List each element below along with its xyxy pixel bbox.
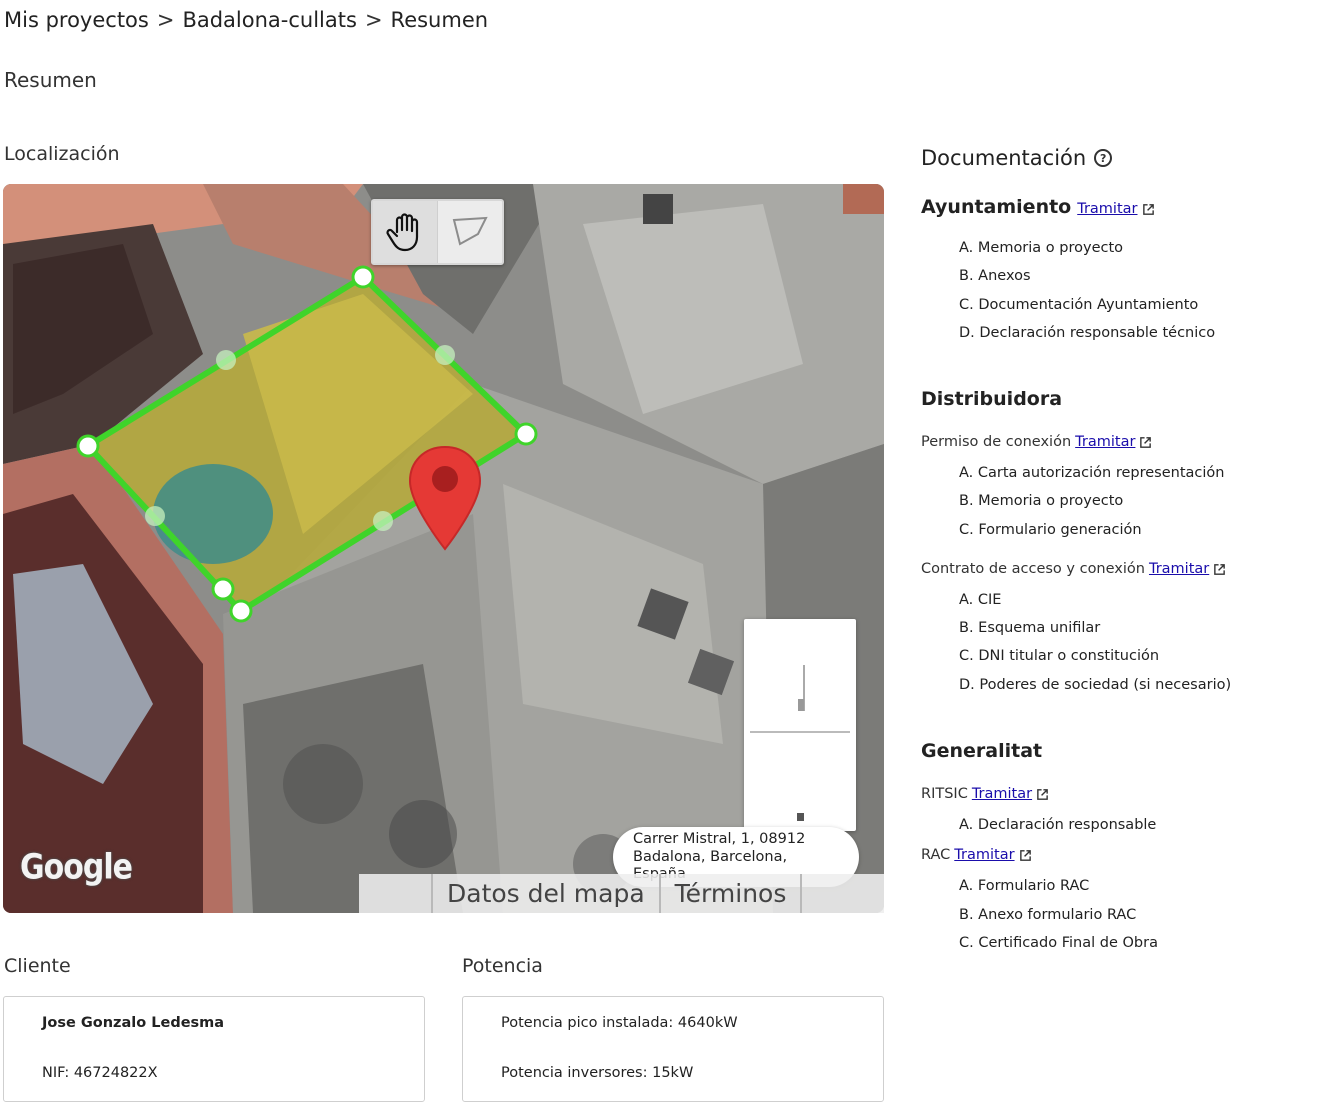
client-card: Jose Gonzalo Ledesma NIF: 46724822X [3, 996, 425, 1102]
breadcrumb: Mis proyectos > Badalona-cullats > Resum… [4, 8, 488, 32]
inverter-power: Potencia inversores: 15kW [501, 1065, 694, 1081]
polygon-icon [452, 216, 488, 246]
doc-item[interactable]: A. Formulario RAC [959, 878, 1089, 894]
doc-item[interactable]: C. Formulario generación [959, 522, 1142, 538]
doc-item[interactable]: C. Certificado Final de Obra [959, 935, 1158, 951]
peak-power: Potencia pico instalada: 4640kW [501, 1015, 738, 1031]
group-title-text: Generalitat [921, 740, 1043, 762]
map-footer-blank [359, 874, 433, 913]
power-card: Potencia pico instalada: 4640kW Potencia… [462, 996, 884, 1102]
tramitar-text: Tramitar [971, 786, 1033, 802]
doc-item[interactable]: B. Memoria o proyecto [959, 493, 1123, 509]
external-link-icon [1037, 788, 1048, 800]
subgroup-permiso-conexion: Permiso de conexión Tramitar [921, 434, 1152, 450]
help-icon[interactable]: ? [1094, 149, 1113, 167]
map-footer: Datos del mapa Términos [359, 874, 884, 913]
subgroup-ritsic: RITSIC Tramitar [921, 786, 1049, 802]
external-link-icon [1142, 203, 1154, 215]
terms-link[interactable]: Términos [661, 874, 803, 913]
tramitar-text: Tramitar [1075, 434, 1136, 450]
map-drawing-toolbar [371, 199, 504, 265]
documentation-title: Documentación ? [921, 146, 1113, 170]
tramitar-rac-link[interactable]: Tramitar [954, 847, 1031, 863]
address-line: Carrer Mistral, 1, 08912 [633, 831, 806, 847]
doc-item[interactable]: D. Poderes de sociedad (si necesario) [959, 677, 1231, 693]
doc-item[interactable]: A. Carta autorización representación [959, 465, 1224, 481]
google-logo: Google [20, 847, 133, 888]
tramitar-ayuntamiento-link[interactable]: Tramitar [1077, 201, 1154, 217]
external-link-icon [1140, 436, 1152, 448]
pan-tool[interactable] [373, 201, 437, 263]
subgroup-title-text: RITSIC [921, 786, 968, 802]
address-line: Badalona, Barcelona, [633, 848, 788, 865]
client-label: Cliente [4, 955, 71, 977]
tramitar-text: Tramitar [1077, 201, 1138, 217]
client-nif: NIF: 46724822X [42, 1065, 158, 1081]
tramitar-text: Tramitar [1148, 561, 1210, 577]
location-marker-icon[interactable] [406, 445, 484, 551]
breadcrumb-project[interactable]: Badalona-cullats [182, 8, 356, 32]
group-title-text: Ayuntamiento [921, 196, 1072, 218]
zoom-controls-icon [750, 665, 850, 821]
tramitar-text: Tramitar [954, 847, 1015, 863]
breadcrumb-current: Resumen [390, 8, 489, 32]
tramitar-ritsic-link[interactable]: Tramitar [972, 786, 1049, 802]
doc-item[interactable]: C. DNI titular o constitución [959, 648, 1159, 664]
breadcrumb-separator: > [156, 8, 175, 32]
group-ayuntamiento: Ayuntamiento Tramitar [921, 196, 1155, 218]
subgroup-rac: RAC Tramitar [921, 847, 1032, 863]
doc-item[interactable]: D. Declaración responsable técnico [959, 325, 1215, 341]
doc-item[interactable]: B. Esquema unifilar [959, 620, 1100, 636]
doc-item[interactable]: B. Anexos [959, 268, 1031, 284]
power-label: Potencia [462, 955, 543, 977]
external-link-icon [1019, 849, 1031, 861]
hand-icon [386, 213, 419, 252]
street-view-control[interactable] [744, 619, 856, 831]
doc-item[interactable]: A. Declaración responsable [959, 817, 1156, 833]
documentation-title-text: Documentación [921, 146, 1087, 170]
subgroup-title-text: Permiso de conexión [921, 434, 1072, 450]
doc-item[interactable]: B. Anexo formulario RAC [959, 907, 1136, 923]
group-title-text: Distribuidora [921, 388, 1063, 410]
client-name: Jose Gonzalo Ledesma [42, 1015, 225, 1031]
subgroup-title-text: Contrato de acceso y conexión [921, 561, 1145, 577]
location-label: Localización [4, 143, 120, 165]
doc-item[interactable]: A. CIE [959, 592, 1001, 608]
group-generalitat: Generalitat [921, 740, 1042, 762]
tramitar-contrato-link[interactable]: Tramitar [1149, 561, 1226, 577]
map-data-link[interactable]: Datos del mapa [433, 874, 661, 913]
external-link-icon [1214, 563, 1226, 575]
tramitar-permiso-link[interactable]: Tramitar [1075, 434, 1152, 450]
group-distribuidora: Distribuidora [921, 388, 1062, 410]
draw-polygon-tool[interactable] [437, 201, 501, 263]
subgroup-title-text: RAC [921, 847, 951, 863]
breadcrumb-mis-proyectos[interactable]: Mis proyectos [4, 8, 149, 32]
doc-item[interactable]: A. Memoria o proyecto [959, 240, 1123, 256]
doc-item[interactable]: C. Documentación Ayuntamiento [959, 297, 1198, 313]
subgroup-contrato-acceso: Contrato de acceso y conexión Tramitar [921, 561, 1226, 577]
breadcrumb-separator: > [364, 8, 383, 32]
page-title: Resumen [4, 68, 97, 92]
